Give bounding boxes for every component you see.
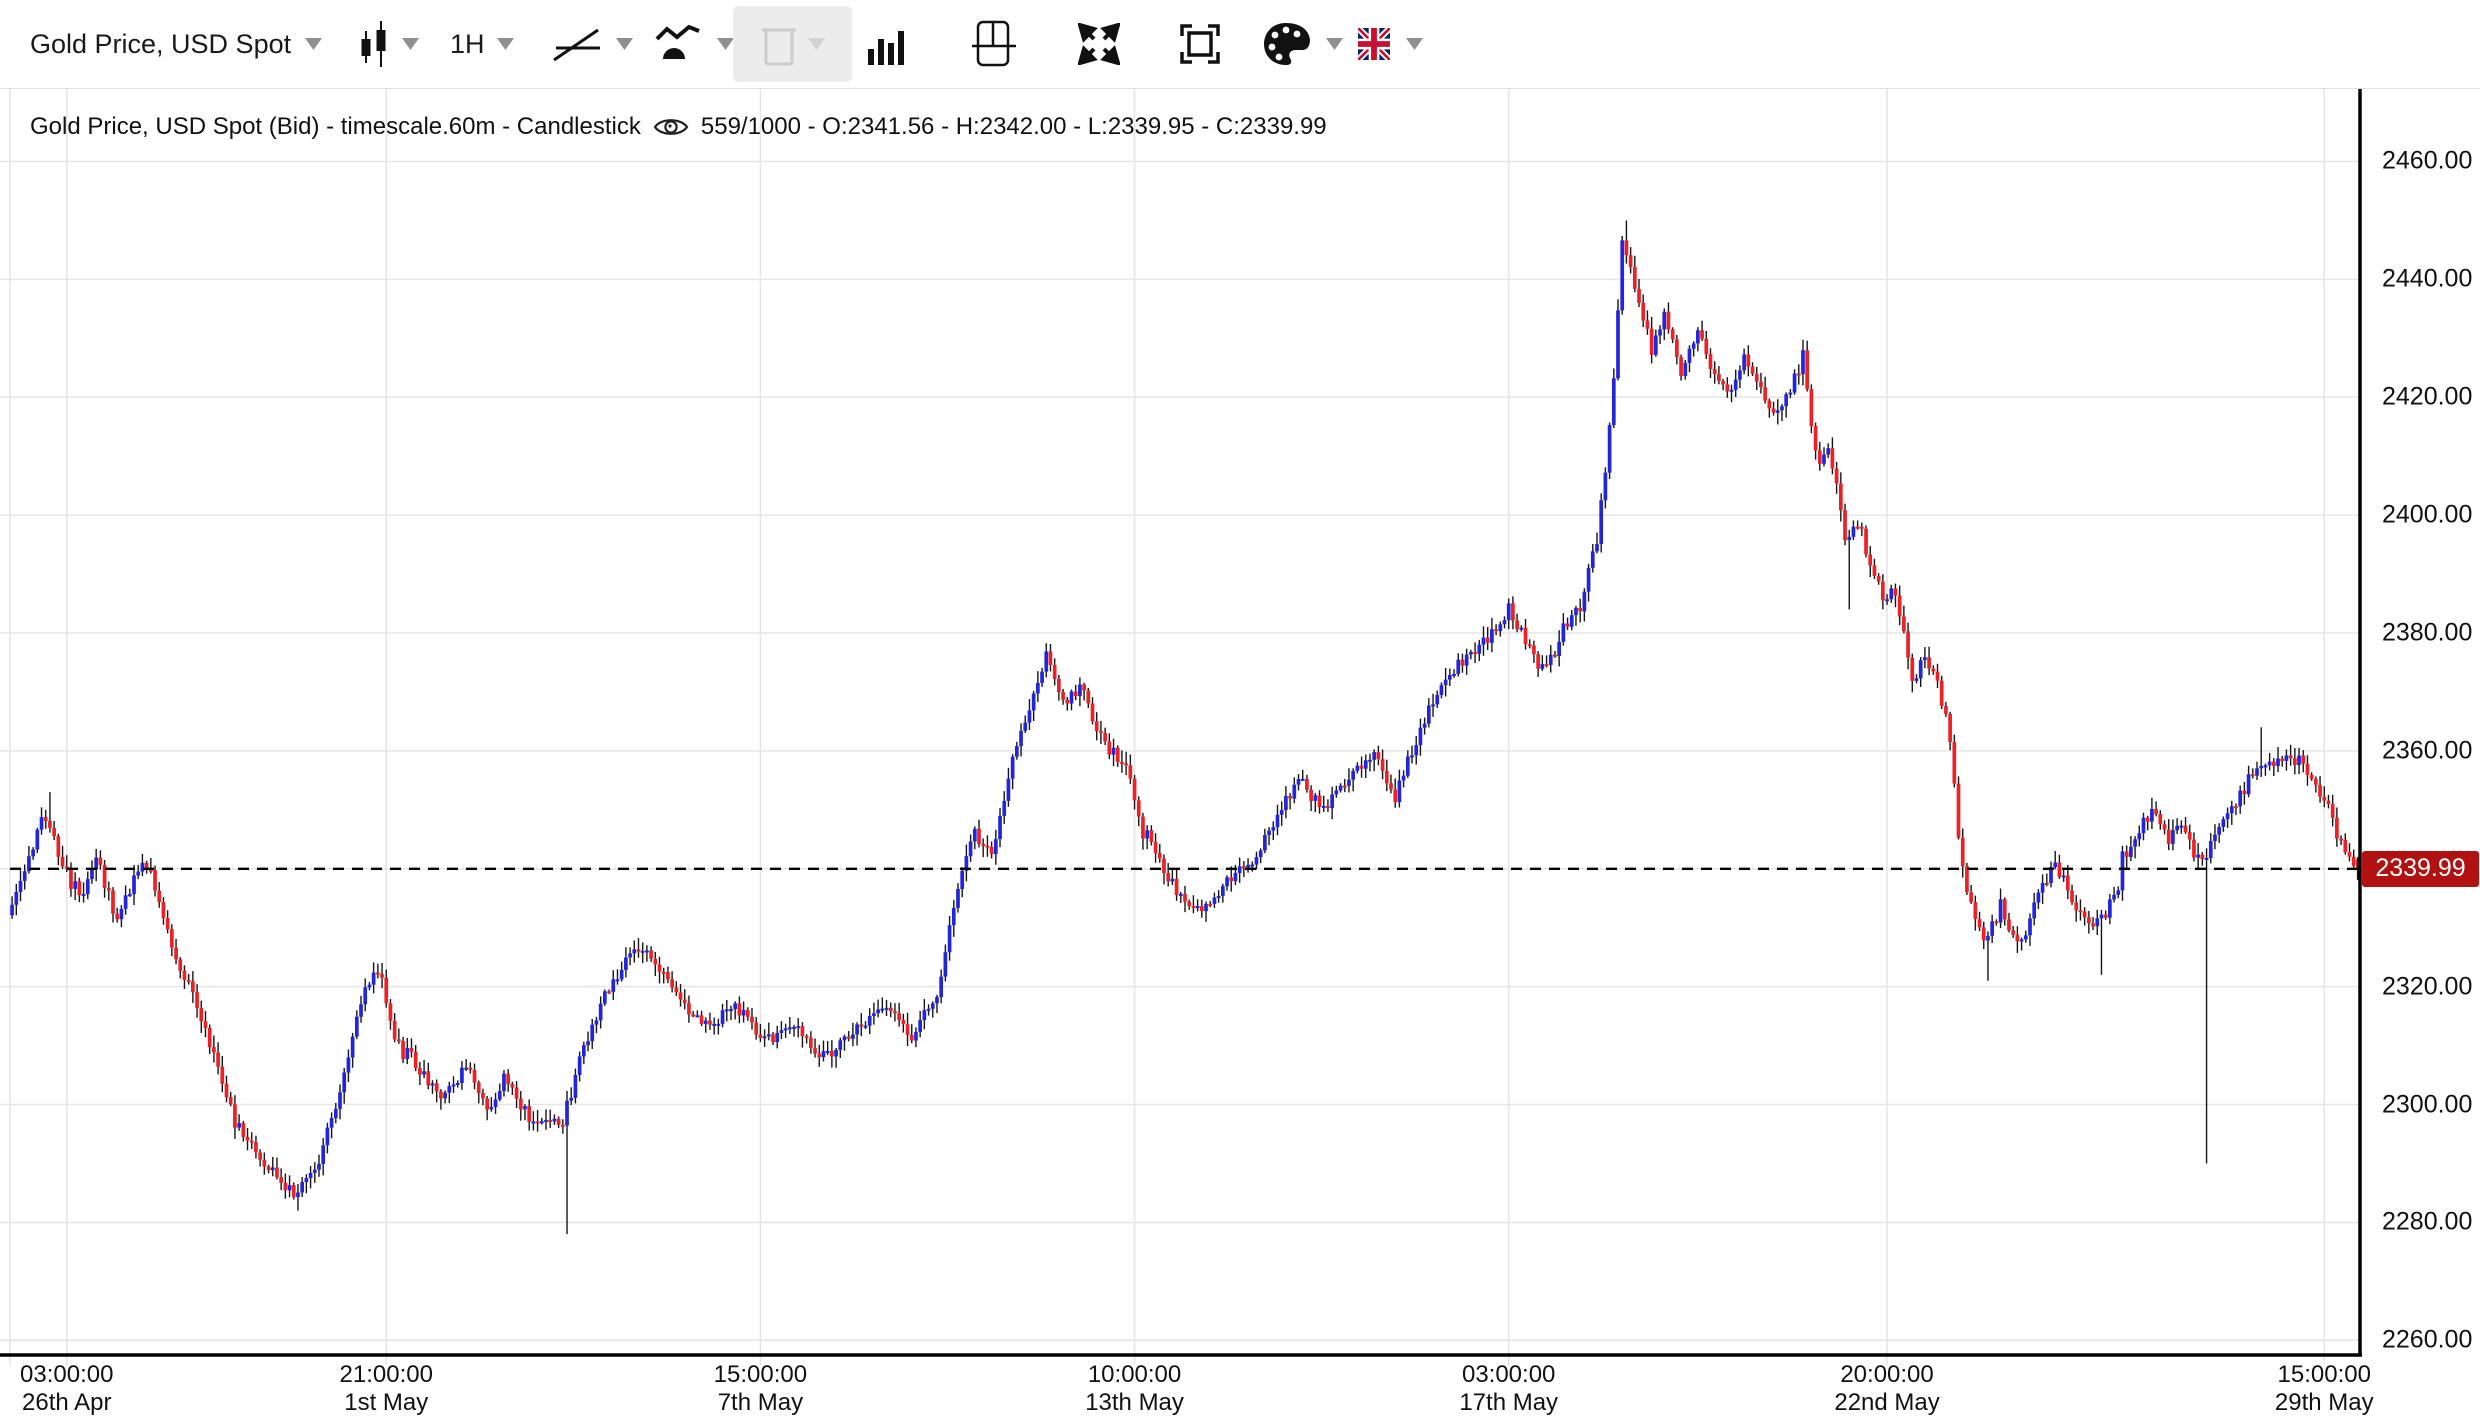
y-axis-label: 2380.00 [2382, 619, 2472, 648]
volume-toggle-button[interactable] [868, 0, 906, 88]
chevron-down-icon [717, 38, 734, 50]
chevron-down-icon [616, 38, 633, 50]
grid-crosshair-icon [972, 19, 1016, 69]
y-axis-label: 2460.00 [2382, 147, 2472, 176]
chart-area[interactable]: Gold Price, USD Spot (Bid) - timescale.6… [0, 89, 2480, 1423]
frame-capture-icon [1180, 24, 1220, 64]
volume-bars-icon [868, 23, 906, 65]
candlestick-chart-canvas[interactable] [0, 89, 2480, 1423]
chevron-down-icon [402, 38, 419, 50]
chevron-down-icon [497, 38, 514, 50]
y-axis-label: 2440.00 [2382, 265, 2472, 294]
x-axis-label: 20:00:0022nd May [1834, 1361, 1939, 1417]
ohlc-readout: 559/1000 - O:2341.56 - H:2342.00 - L:233… [701, 113, 1327, 141]
theme-dropdown[interactable] [1262, 0, 1343, 88]
y-axis-label: 2300.00 [2382, 1090, 2472, 1119]
chevron-down-icon [305, 38, 322, 50]
y-axis-label: 2320.00 [2382, 972, 2472, 1001]
y-axis-label: 2260.00 [2382, 1326, 2472, 1355]
trading-chart-app: Gold Price, USD Spot 1H [0, 0, 2480, 1423]
fullscreen-button[interactable] [1180, 0, 1220, 88]
chart-title: Gold Price, USD Spot (Bid) - timescale.6… [30, 113, 641, 141]
indicators-dropdown[interactable] [655, 0, 734, 88]
trendline-icon [552, 24, 602, 64]
x-axis-label: 15:00:0029th May [2275, 1361, 2374, 1417]
x-axis-label: 10:00:0013th May [1085, 1361, 1184, 1417]
candlestick-icon [358, 21, 390, 67]
x-axis-label: 03:00:0026th Apr [20, 1361, 113, 1417]
chevron-down-icon [1406, 38, 1423, 50]
chart-legend-row: Gold Price, USD Spot (Bid) - timescale.6… [30, 113, 1327, 141]
palette-icon [1262, 21, 1312, 67]
expand-arrows-icon [1078, 23, 1120, 65]
indicators-icon [655, 23, 703, 65]
x-axis-label: 03:00:0017th May [1459, 1361, 1558, 1417]
y-axis-label: 2360.00 [2382, 736, 2472, 765]
y-axis-label: 2280.00 [2382, 1208, 2472, 1237]
symbol-dropdown[interactable]: Gold Price, USD Spot [30, 0, 322, 88]
x-axis-label: 21:00:001st May [340, 1361, 433, 1417]
last-price-value: 2339.99 [2375, 854, 2465, 883]
grid-settings-button[interactable] [972, 0, 1016, 88]
candles-layer [10, 220, 2359, 1234]
language-dropdown[interactable] [1358, 0, 1423, 88]
chevron-down-icon [1326, 38, 1343, 50]
gridlines [0, 89, 2360, 1365]
timeframe-dropdown[interactable]: 1H [450, 0, 514, 88]
x-axis-label: 15:00:007th May [714, 1361, 807, 1417]
trendline-tool-dropdown[interactable] [552, 0, 633, 88]
timeframe-label: 1H [450, 29, 485, 60]
eye-icon[interactable] [653, 114, 689, 140]
delete-drawings-button[interactable] [733, 6, 852, 82]
y-axis-label: 2400.00 [2382, 501, 2472, 530]
toolbar: Gold Price, USD Spot 1H [0, 0, 2480, 89]
chevron-down-icon [808, 38, 825, 50]
trash-icon [760, 20, 798, 68]
symbol-label: Gold Price, USD Spot [30, 29, 291, 60]
expand-chart-button[interactable] [1078, 0, 1120, 88]
y-axis-label: 2420.00 [2382, 383, 2472, 412]
chart-type-dropdown[interactable] [358, 0, 419, 88]
last-price-marker: 2339.99 [2362, 851, 2479, 887]
uk-flag-icon [1358, 28, 1390, 60]
